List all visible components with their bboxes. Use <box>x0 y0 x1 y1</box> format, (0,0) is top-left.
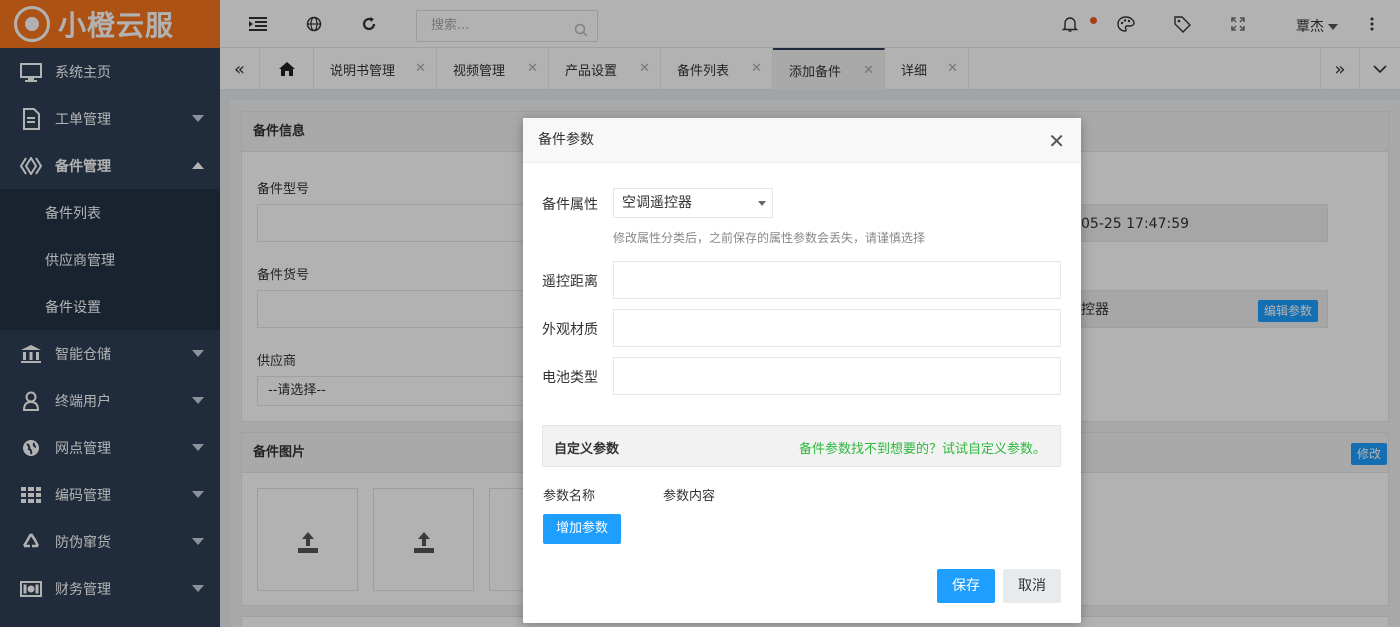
parts-params-dialog: 备件参数 ✕ 备件属性 空调遥控器 修改属性分类后，之前保存的属性参数会丢失，请… <box>523 118 1081 623</box>
column-param-name: 参数名称 <box>543 489 596 504</box>
custom-params-title: 自定义参数 <box>554 442 620 457</box>
attribute-select-value: 空调遥控器 <box>622 195 692 211</box>
field-label-material: 外观材质 <box>542 322 598 338</box>
battery-type-input[interactable] <box>613 357 1061 395</box>
column-param-value: 参数内容 <box>663 489 716 504</box>
save-button[interactable]: 保存 <box>937 569 995 603</box>
attr-hint: 修改属性分类后，之前保存的属性参数会丢失，请谨慎选择 <box>613 231 926 245</box>
attr-label: 备件属性 <box>542 197 598 213</box>
add-param-button[interactable]: 增加参数 <box>543 514 621 544</box>
caret-down-icon <box>758 201 766 206</box>
custom-params-link[interactable]: 备件参数找不到想要的？试试自定义参数。 <box>799 438 1046 457</box>
cancel-button[interactable]: 取消 <box>1003 569 1061 603</box>
dialog-title: 备件参数 <box>523 118 1081 163</box>
field-label-remote-range: 遥控距离 <box>542 274 598 290</box>
attribute-select[interactable]: 空调遥控器 <box>613 188 773 218</box>
close-icon[interactable]: ✕ <box>1048 131 1065 151</box>
remote-range-input[interactable] <box>613 261 1061 299</box>
field-label-battery: 电池类型 <box>542 370 598 386</box>
custom-params-header: 自定义参数 备件参数找不到想要的？试试自定义参数。 <box>542 425 1061 467</box>
material-input[interactable] <box>613 309 1061 347</box>
